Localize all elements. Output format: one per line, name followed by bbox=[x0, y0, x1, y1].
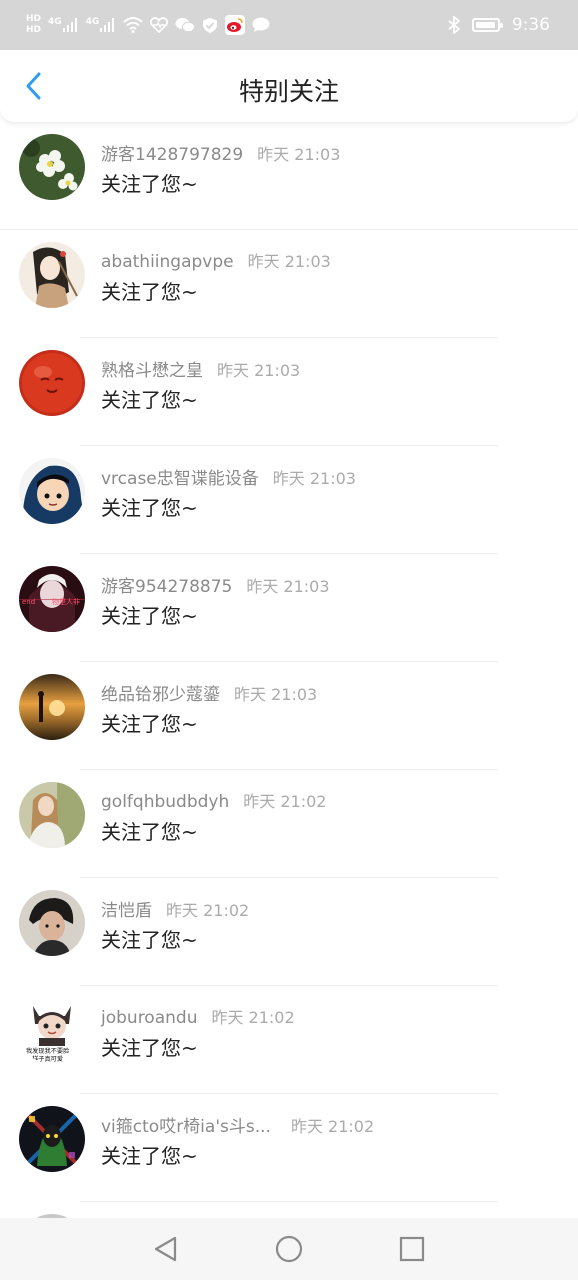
item-meta: 游客1428797829 昨天 21:03 bbox=[101, 140, 340, 165]
weibo-icon bbox=[225, 15, 246, 35]
item-meta: vi箍cto哎r椅ia's斗s... 昨天 21:02 bbox=[101, 1112, 374, 1137]
list-item[interactable]: 我发现我不要脸 *样子真可爱 joburoandu 昨天 21:02 关注了您~ bbox=[0, 986, 578, 1094]
timestamp: 昨天 21:02 bbox=[243, 792, 327, 811]
timestamp: 昨天 21:02 bbox=[211, 1008, 295, 1027]
username[interactable]: 游客1428797829 bbox=[101, 145, 243, 165]
wechat-icon bbox=[175, 18, 196, 33]
hd-icon: HD HD bbox=[26, 14, 42, 35]
avatar-text: *样子真可爱 bbox=[29, 1055, 63, 1063]
username[interactable]: 绝品铪邪少蔻鎏 bbox=[101, 685, 220, 705]
nav-home-icon[interactable] bbox=[274, 1234, 304, 1264]
timestamp: 昨天 21:02 bbox=[290, 1117, 375, 1136]
timestamp: 昨天 21:03 bbox=[217, 361, 301, 380]
timestamp: 昨天 21:03 bbox=[234, 685, 318, 704]
item-meta: 游客954278875 昨天 21:03 bbox=[101, 572, 330, 597]
message-text: 关注了您~ bbox=[101, 172, 198, 196]
health-icon bbox=[150, 17, 169, 33]
username[interactable]: 洁恺盾 bbox=[101, 901, 152, 921]
system-nav-bar bbox=[0, 1218, 578, 1280]
user-avatar[interactable] bbox=[19, 1106, 85, 1172]
bluetooth-icon bbox=[448, 16, 460, 34]
message-text: 关注了您~ bbox=[101, 820, 198, 844]
user-avatar[interactable] bbox=[19, 350, 85, 416]
user-avatar[interactable] bbox=[19, 674, 85, 740]
user-avatar[interactable] bbox=[19, 458, 85, 524]
status-time: 9:36 bbox=[511, 15, 550, 35]
username[interactable]: vrcase忠智谍能设备 bbox=[101, 469, 259, 489]
timestamp: 昨天 21:03 bbox=[247, 252, 331, 271]
list-item[interactable] bbox=[0, 1202, 578, 1218]
message-text: 关注了您~ bbox=[101, 604, 198, 628]
nav-back-icon[interactable] bbox=[151, 1234, 181, 1264]
item-meta: golfqhbudbdyh 昨天 21:02 bbox=[101, 788, 326, 812]
follow-notification-list: 游客1428797829 昨天 21:03 关注了您~ abathiingapvp… bbox=[0, 122, 578, 1218]
battery-icon bbox=[471, 18, 503, 32]
status-bar-right-icons: 9:36 bbox=[448, 0, 550, 50]
avatar-text: 我发现我不要脸 bbox=[26, 1047, 70, 1055]
status-bar-left-icons: HD HD 4G 4G bbox=[26, 0, 270, 50]
username[interactable]: abathiingapvpe bbox=[101, 252, 234, 272]
user-avatar[interactable]: 我发现我不要脸 *样子真可爱 bbox=[19, 998, 85, 1064]
username[interactable]: 熟格斗懋之皇 bbox=[101, 361, 203, 381]
list-item[interactable]: 熟格斗懋之皇 昨天 21:03 关注了您~ bbox=[0, 338, 578, 446]
nav-recents-icon[interactable] bbox=[397, 1234, 427, 1264]
title-bar: 特别关注 bbox=[0, 50, 578, 122]
item-meta: 熟格斗懋之皇 昨天 21:03 bbox=[101, 356, 300, 381]
message-text: 关注了您~ bbox=[101, 496, 198, 520]
page-title: 特别关注 bbox=[238, 77, 339, 106]
item-meta: abathiingapvpe 昨天 21:03 bbox=[101, 248, 331, 272]
item-meta: 洁恺盾 昨天 21:02 bbox=[101, 896, 249, 921]
list-item[interactable]: vrcase忠智谍能设备 昨天 21:03 关注了您~ bbox=[0, 446, 578, 554]
message-icon bbox=[252, 17, 270, 32]
message-text: 关注了您~ bbox=[101, 1144, 198, 1168]
list-item[interactable]: golfqhbudbdyh 昨天 21:02 关注了您~ bbox=[0, 770, 578, 878]
shield-icon bbox=[203, 17, 218, 33]
user-avatar[interactable]: end 物是人非 bbox=[19, 566, 85, 632]
username[interactable]: golfqhbudbdyh bbox=[101, 792, 229, 812]
username[interactable]: joburoandu bbox=[101, 1008, 197, 1028]
user-avatar[interactable] bbox=[19, 134, 85, 200]
wifi-icon bbox=[123, 17, 143, 33]
list-item[interactable]: vi箍cto哎r椅ia's斗s... 昨天 21:02 关注了您~ bbox=[0, 1094, 578, 1202]
avatar-text: 物是人非 bbox=[52, 597, 80, 606]
item-meta: 绝品铪邪少蔻鎏 昨天 21:03 bbox=[101, 680, 317, 705]
list-item[interactable]: 绝品铪邪少蔻鎏 昨天 21:03 关注了您~ bbox=[0, 662, 578, 770]
message-text: 关注了您~ bbox=[101, 1036, 198, 1060]
message-text: 关注了您~ bbox=[101, 712, 198, 736]
username[interactable]: 游客954278875 bbox=[101, 577, 232, 597]
timestamp: 昨天 21:03 bbox=[272, 469, 356, 488]
list-item[interactable]: abathiingapvpe 昨天 21:03 关注了您~ bbox=[0, 230, 578, 338]
signal-4g-icon: 4G bbox=[48, 18, 79, 32]
message-text: 关注了您~ bbox=[101, 280, 198, 304]
signal-4g-icon: 4G bbox=[86, 18, 117, 32]
list-item[interactable]: 洁恺盾 昨天 21:02 关注了您~ bbox=[0, 878, 578, 986]
list-item[interactable]: end 物是人非 游客954278875 昨天 21:03 关注了您~ bbox=[0, 554, 578, 662]
status-bar: HD HD 4G 4G 9:36 bbox=[0, 0, 578, 50]
message-text: 关注了您~ bbox=[101, 388, 198, 412]
timestamp: 昨天 21:03 bbox=[257, 145, 341, 164]
timestamp: 昨天 21:02 bbox=[166, 901, 250, 920]
timestamp: 昨天 21:03 bbox=[246, 577, 330, 596]
user-avatar[interactable] bbox=[19, 242, 85, 308]
user-avatar[interactable] bbox=[19, 782, 85, 848]
item-meta: joburoandu 昨天 21:02 bbox=[101, 1004, 295, 1028]
user-avatar[interactable] bbox=[19, 890, 85, 956]
list-item[interactable]: 游客1428797829 昨天 21:03 关注了您~ bbox=[0, 122, 578, 230]
username[interactable]: vi箍cto哎r椅ia's斗s... bbox=[101, 1117, 271, 1137]
avatar-text: end bbox=[22, 598, 35, 606]
item-meta: vrcase忠智谍能设备 昨天 21:03 bbox=[101, 464, 356, 489]
message-text: 关注了您~ bbox=[101, 928, 198, 952]
